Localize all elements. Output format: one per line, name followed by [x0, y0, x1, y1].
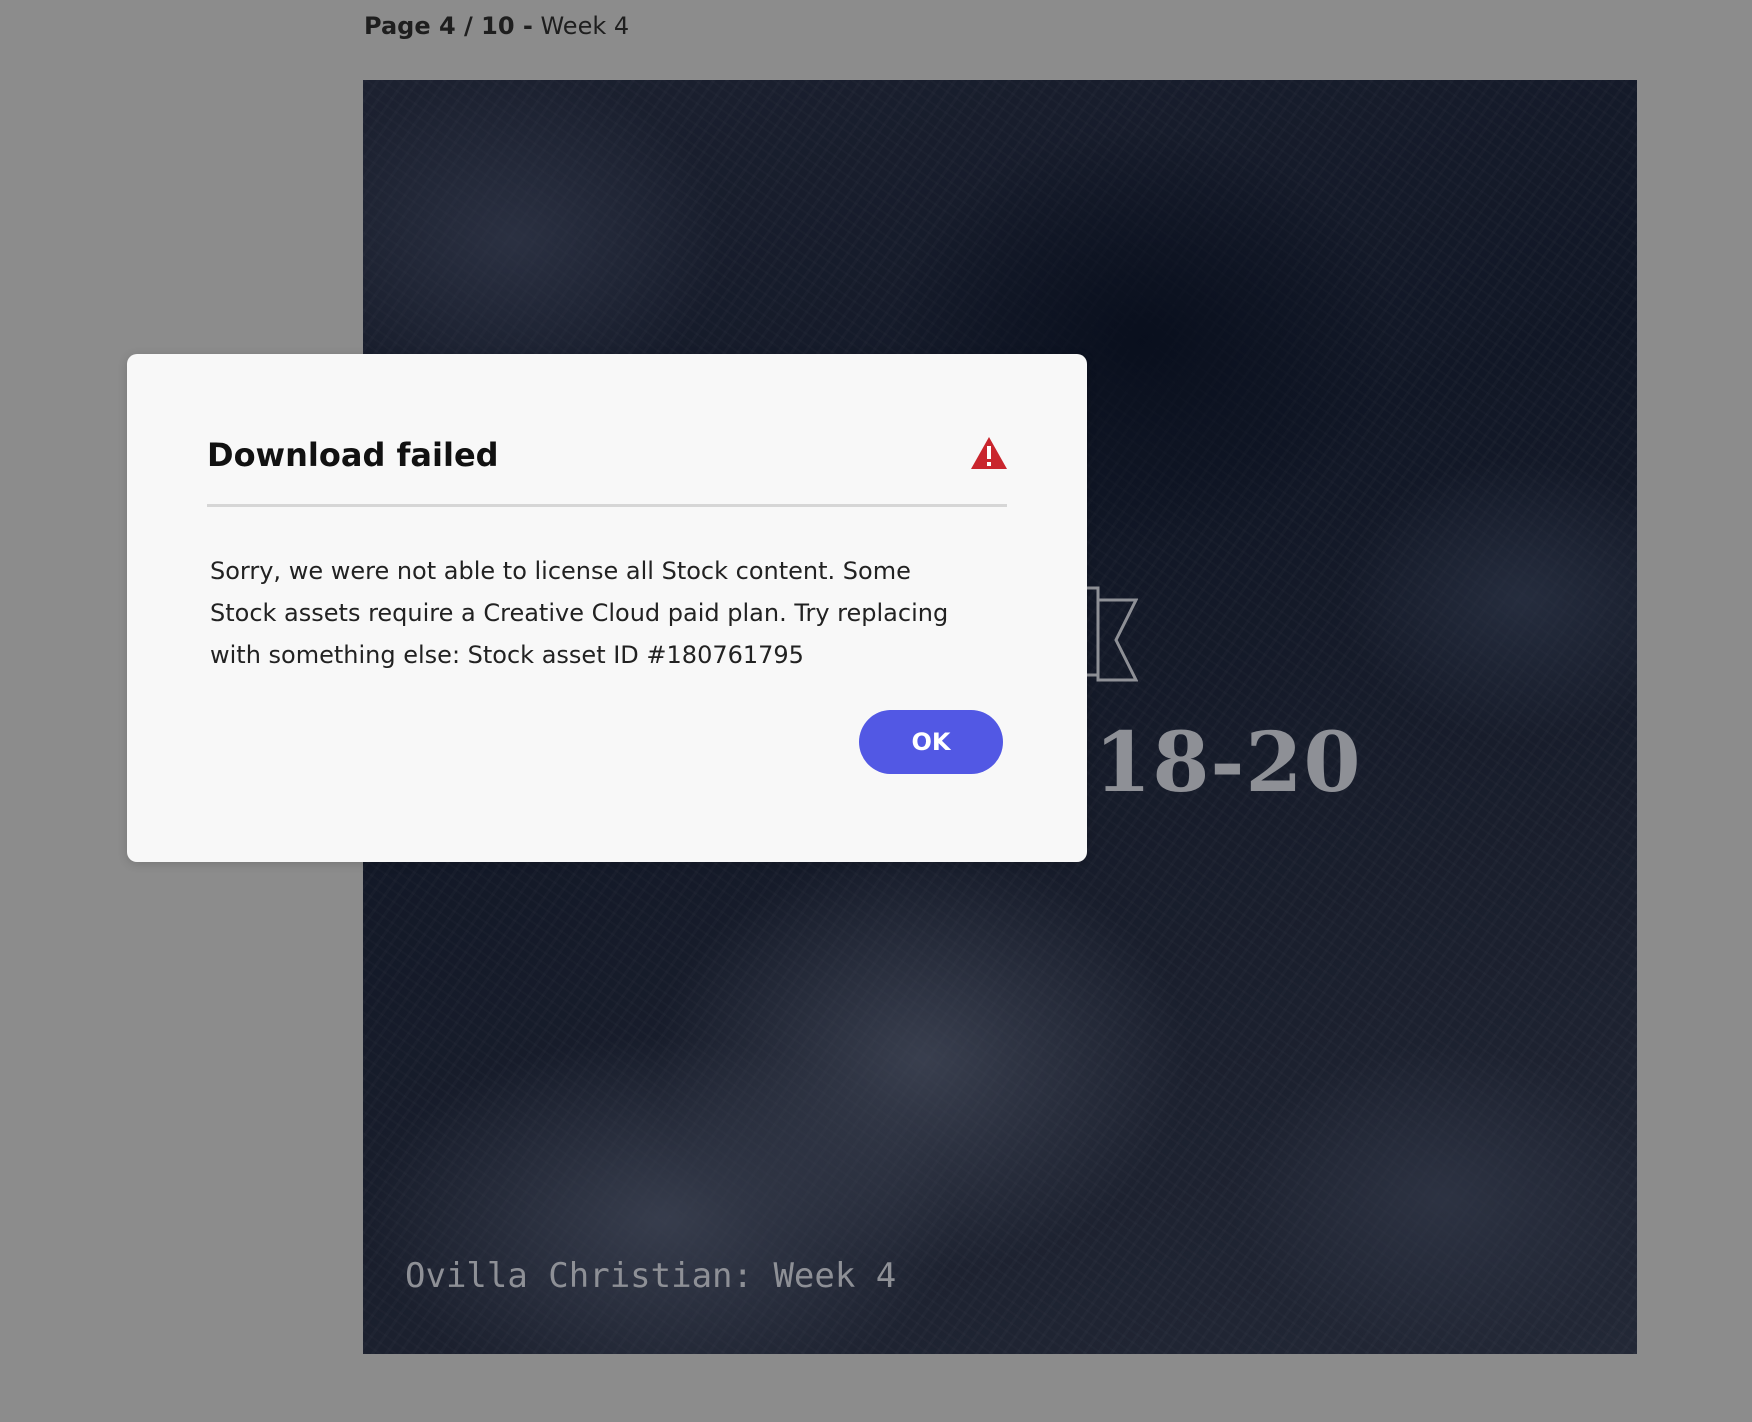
verse-reference-text: :18-20	[1063, 715, 1362, 811]
document-footer-text: Ovilla Christian: Week 4	[405, 1256, 897, 1296]
download-failed-dialog: Download failed Sorry, we were not able …	[127, 354, 1087, 862]
dialog-message: Sorry, we were not able to license all S…	[210, 557, 949, 669]
page-name: Week 4	[540, 12, 630, 40]
warning-icon	[971, 437, 1007, 469]
page-header: Page 4 / 10 - Week 4	[364, 12, 629, 40]
page-number-label: Page 4 / 10 -	[364, 12, 533, 40]
dialog-divider	[207, 504, 1007, 507]
ok-button[interactable]: OK	[859, 710, 1003, 774]
dialog-title: Download failed	[207, 436, 499, 474]
